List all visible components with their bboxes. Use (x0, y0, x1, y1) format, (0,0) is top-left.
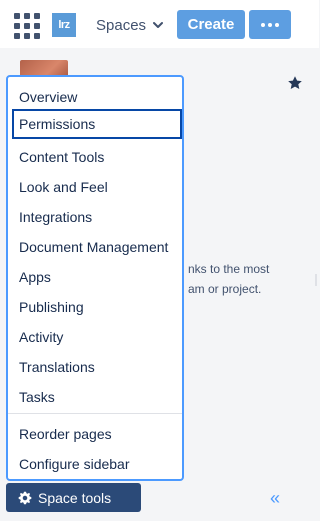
chevron-down-icon (153, 22, 164, 28)
menu-item-integrations[interactable]: Integrations (12, 202, 182, 232)
space-description-line: am or project. (188, 282, 262, 296)
star-icon[interactable] (287, 75, 303, 91)
menu-item-apps[interactable]: Apps (12, 262, 182, 292)
menu-item-configure-sidebar[interactable]: Configure sidebar (12, 449, 182, 479)
create-button[interactable]: Create (177, 10, 245, 39)
spaces-menu-button[interactable]: Spaces (92, 10, 167, 40)
more-horizontal-icon (261, 22, 279, 27)
menu-item-permissions[interactable]: Permissions (12, 109, 182, 139)
more-button[interactable] (249, 10, 291, 39)
menu-divider (8, 413, 182, 414)
space-tools-label: Space tools (38, 489, 112, 506)
menu-item-overview[interactable]: Overview (12, 82, 182, 112)
menu-item-activity[interactable]: Activity (12, 322, 182, 352)
app-grid-icon[interactable] (12, 11, 40, 39)
menu-item-document-management[interactable]: Document Management (12, 232, 182, 262)
top-navigation-bar: lrz Spaces Create (0, 0, 319, 48)
menu-item-tasks[interactable]: Tasks (12, 382, 182, 412)
gear-icon (18, 491, 32, 504)
collapse-sidebar-button[interactable]: « (265, 488, 285, 508)
menu-item-translations[interactable]: Translations (12, 352, 182, 382)
space-tools-button[interactable]: Space tools (6, 483, 141, 512)
spaces-label: Spaces (96, 16, 147, 34)
menu-item-look-and-feel[interactable]: Look and Feel (12, 172, 182, 202)
space-tools-dropdown: Overview Permissions Content Tools Look … (6, 75, 184, 481)
scroll-edge (315, 274, 317, 286)
menu-item-content-tools[interactable]: Content Tools (12, 142, 182, 172)
menu-item-reorder-pages[interactable]: Reorder pages (12, 419, 182, 449)
site-logo[interactable]: lrz (52, 13, 76, 37)
menu-item-publishing[interactable]: Publishing (12, 292, 182, 322)
space-description-line: nks to the most (188, 262, 270, 276)
